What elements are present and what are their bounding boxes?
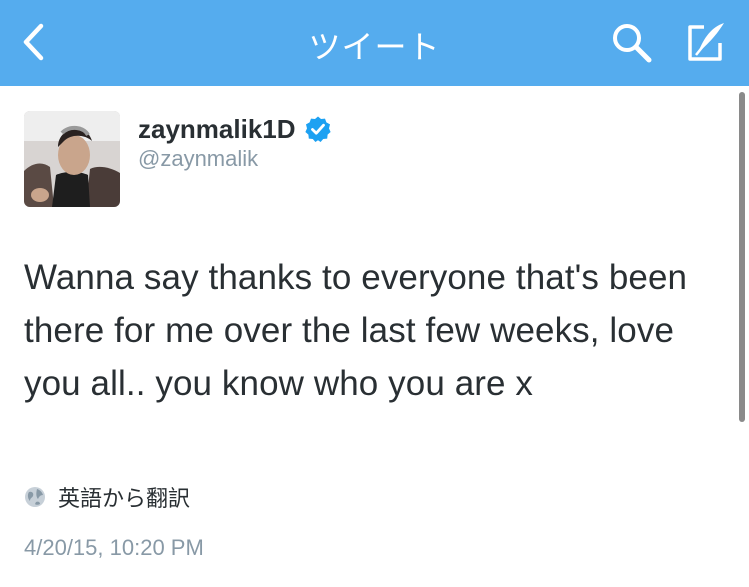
- globe-icon: [25, 487, 45, 507]
- search-button[interactable]: [608, 20, 656, 66]
- profile-photo-image: [24, 111, 120, 207]
- tweet-timestamp: 4/20/15, 10:20 PM: [24, 535, 204, 560]
- translate-label[interactable]: 英語から翻訳: [58, 481, 190, 513]
- scrollbar[interactable]: [739, 92, 745, 422]
- compose-tweet-button[interactable]: [680, 18, 730, 66]
- author-name-row[interactable]: zaynmalik1D: [138, 112, 332, 146]
- translate-tweet-link[interactable]: 英語から翻訳: [24, 482, 190, 512]
- verified-badge-icon: [304, 116, 331, 142]
- display-name[interactable]: zaynmalik1D: [138, 114, 296, 145]
- avatar[interactable]: [24, 111, 120, 207]
- user-handle[interactable]: @zaynmalik: [138, 146, 258, 172]
- top-navigation-bar: ツイート: [0, 0, 749, 86]
- tweet-text: Wanna say thanks to everyone that's been…: [24, 258, 688, 403]
- compose-tweet-icon: [688, 23, 724, 61]
- search-icon: [613, 24, 652, 63]
